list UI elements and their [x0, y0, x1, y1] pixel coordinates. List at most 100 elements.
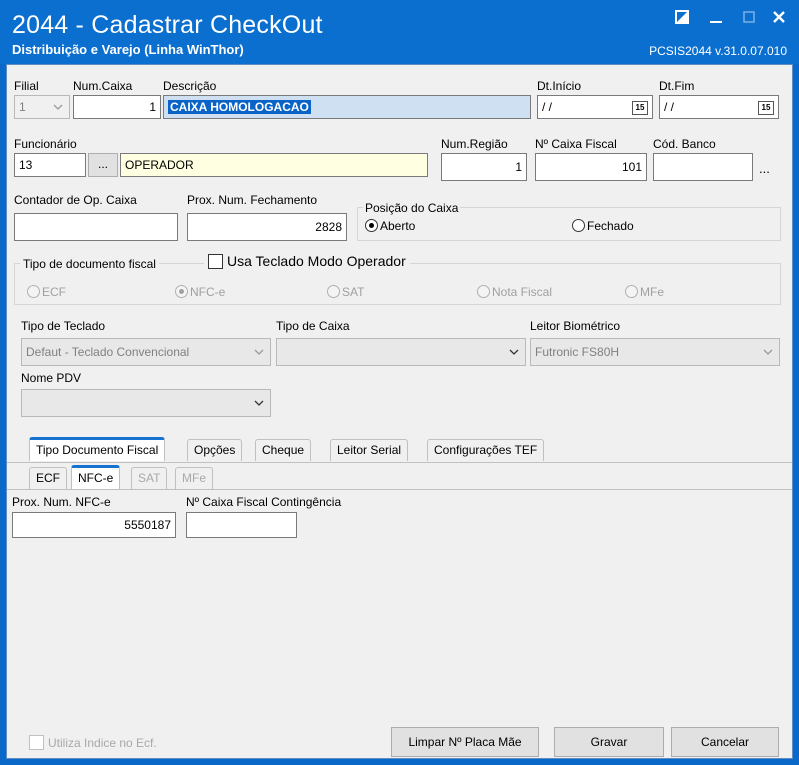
caixa-fiscal-label: Nº Caixa Fiscal	[535, 137, 617, 151]
limpar-placa-button[interactable]: Limpar Nº Placa Mãe	[391, 727, 539, 757]
radio-icon	[572, 219, 585, 232]
tab-configuracoes-tef[interactable]: Configurações TEF	[427, 439, 545, 461]
nota-fiscal-label: Nota Fiscal	[492, 285, 553, 299]
maximize-icon	[743, 11, 755, 23]
tab-leitor-serial[interactable]: Leitor Serial	[330, 439, 409, 461]
tab-cheque[interactable]: Cheque	[255, 439, 312, 461]
descricao-label: Descrição	[163, 79, 217, 93]
subtab-ecf[interactable]: ECF	[29, 467, 67, 489]
version-label: PCSIS2044 v.31.0.07.010	[649, 44, 787, 58]
prox-num-nfce-label: Prox. Num. NFC-e	[12, 495, 111, 509]
form-area: Filial 1 Num.Caixa 1 Descrição CAIXA HOM…	[6, 64, 793, 759]
nome-pdv-label: Nome PDV	[21, 371, 82, 385]
funcionario-name-input[interactable]: OPERADOR	[120, 153, 428, 177]
maximize-button[interactable]	[735, 6, 763, 28]
caixa-fiscal-input[interactable]: 101	[535, 153, 647, 181]
descricao-value: CAIXA HOMOLOGACAO	[168, 100, 311, 114]
contingencia-input[interactable]	[186, 512, 297, 538]
cod-banco-label: Cód. Banco	[653, 137, 716, 151]
cod-banco-input[interactable]	[653, 153, 753, 181]
ecf-radio[interactable]: ECF	[27, 285, 66, 299]
fechado-radio[interactable]: Fechado	[572, 219, 634, 233]
radio-icon	[477, 285, 490, 298]
tab-tipo-documento-fiscal[interactable]: Tipo Documento Fiscal	[29, 437, 166, 461]
tipo-teclado-value: Defaut - Teclado Convencional	[26, 345, 190, 359]
sub-tabs: ECF NFC-e SAT MFe	[7, 465, 792, 491]
sat-radio[interactable]: SAT	[327, 285, 364, 299]
num-regiao-label: Num.Região	[441, 137, 508, 151]
subtab-nfce[interactable]: NFC-e	[71, 465, 121, 489]
funcionario-code-input[interactable]: 13	[14, 153, 86, 177]
dt-fim-label: Dt.Fim	[659, 79, 695, 93]
filial-label: Filial	[14, 79, 39, 93]
tipo-caixa-select[interactable]	[276, 338, 526, 366]
checkbox-icon	[208, 254, 223, 269]
checkbox-icon	[29, 735, 44, 750]
radio-icon	[625, 285, 638, 298]
radio-icon	[327, 285, 340, 298]
tipo-teclado-select[interactable]: Defaut - Teclado Convencional	[21, 338, 271, 366]
filial-value: 1	[19, 100, 26, 114]
restore-icon[interactable]	[668, 6, 696, 28]
num-caixa-label: Num.Caixa	[73, 79, 133, 93]
chevron-down-icon	[53, 104, 63, 110]
leitor-select[interactable]: Futronic FS80H	[530, 338, 780, 366]
tipo-caixa-label: Tipo de Caixa	[276, 319, 350, 333]
contador-input[interactable]	[14, 213, 178, 241]
subtab-mfe[interactable]: MFe	[175, 467, 213, 489]
tab-opcoes[interactable]: Opções	[187, 439, 243, 461]
dt-inicio-label: Dt.Início	[537, 79, 582, 93]
dt-fim-value: / /	[664, 100, 675, 114]
nota-fiscal-radio[interactable]: Nota Fiscal	[477, 285, 552, 299]
chevron-down-icon	[763, 349, 773, 355]
chevron-down-icon	[254, 400, 264, 406]
calendar-icon[interactable]: 15	[632, 101, 648, 115]
tipo-teclado-label: Tipo de Teclado	[21, 319, 106, 333]
utiliza-indice-checkbox[interactable]: Utiliza Indice no Ecf.	[29, 735, 157, 750]
usa-teclado-label: Usa Teclado Modo Operador	[227, 253, 406, 269]
leitor-value: Futronic FS80H	[535, 345, 620, 359]
nfce-label: NFC-e	[190, 285, 226, 299]
nome-pdv-select[interactable]	[21, 389, 271, 417]
radio-icon	[27, 285, 40, 298]
prox-fechamento-input[interactable]: 2828	[187, 213, 347, 241]
ecf-label: ECF	[42, 285, 66, 299]
filial-select[interactable]: 1	[14, 95, 70, 119]
radio-icon	[175, 285, 188, 298]
main-tabs: Tipo Documento Fiscal Opções Cheque Leit…	[7, 437, 792, 463]
window-subtitle: Distribuição e Varejo (Linha WinThor)	[12, 42, 244, 57]
contador-label: Contador de Op. Caixa	[14, 193, 137, 207]
contingencia-label: Nº Caixa Fiscal Contingência	[186, 495, 342, 509]
aberto-label: Aberto	[380, 219, 416, 233]
mfe-radio[interactable]: MFe	[625, 285, 664, 299]
nfce-radio[interactable]: NFC-e	[175, 285, 225, 299]
calendar-icon[interactable]: 15	[758, 101, 774, 115]
num-regiao-input[interactable]: 1	[441, 153, 527, 181]
dt-inicio-value: / /	[542, 100, 553, 114]
subtab-sat[interactable]: SAT	[131, 467, 168, 489]
dt-inicio-input[interactable]: / / 15	[537, 95, 653, 119]
minimize-button[interactable]	[702, 6, 730, 28]
gravar-button[interactable]: Gravar	[554, 727, 664, 757]
prox-num-nfce-input[interactable]: 5550187	[12, 512, 176, 538]
cancelar-button[interactable]: Cancelar	[671, 727, 779, 757]
chevron-down-icon	[509, 349, 519, 355]
title-bar[interactable]: 2044 - Cadastrar CheckOut Distribuição e…	[0, 0, 799, 64]
usa-teclado-checkbox[interactable]: Usa Teclado Modo Operador	[204, 253, 410, 269]
funcionario-label: Funcionário	[14, 137, 77, 151]
fechado-label: Fechado	[587, 219, 634, 233]
funcionario-search-button[interactable]: ...	[88, 153, 118, 177]
cod-banco-search-button[interactable]: ...	[759, 161, 770, 176]
close-button[interactable]	[765, 6, 793, 28]
prox-fechamento-label: Prox. Num. Fechamento	[187, 193, 318, 207]
posicao-caixa-legend: Posição do Caixa	[363, 201, 461, 215]
aberto-radio[interactable]: Aberto	[365, 219, 415, 233]
descricao-input[interactable]: CAIXA HOMOLOGACAO	[163, 95, 531, 119]
tab-divider	[7, 462, 792, 463]
subtab-divider	[7, 489, 792, 490]
num-caixa-input[interactable]: 1	[73, 95, 161, 119]
window-title: 2044 - Cadastrar CheckOut	[12, 11, 323, 39]
radio-icon	[365, 219, 378, 232]
app-window: 2044 - Cadastrar CheckOut Distribuição e…	[0, 0, 799, 765]
dt-fim-input[interactable]: / / 15	[659, 95, 779, 119]
